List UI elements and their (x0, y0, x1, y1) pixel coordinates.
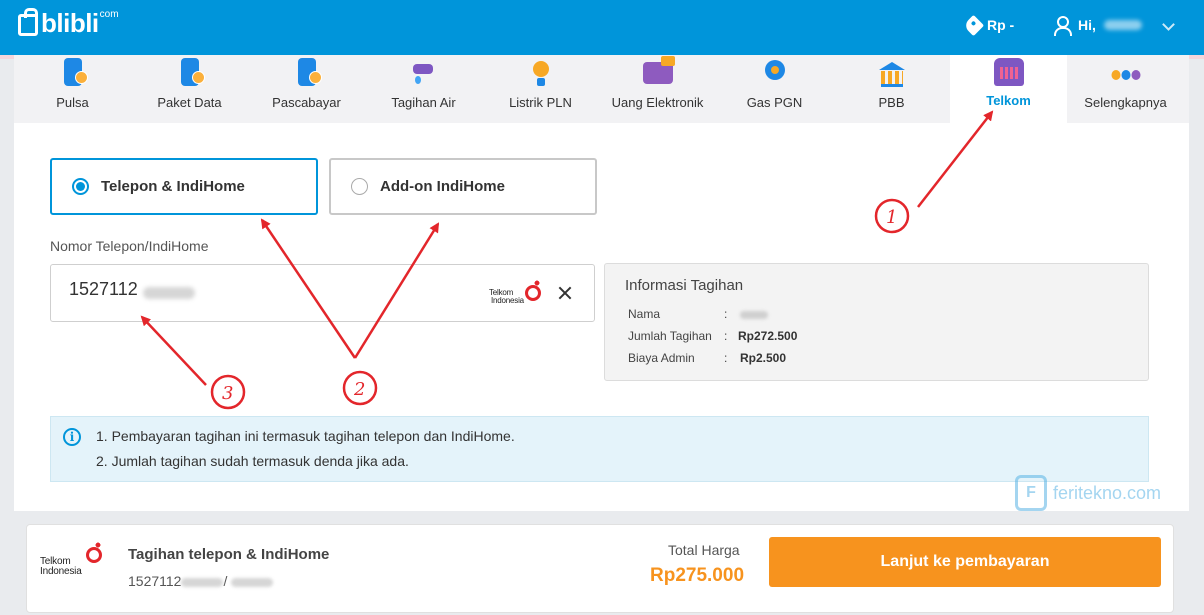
payment-form-panel: Telepon & IndiHome Add-on IndiHome Nomor… (14, 123, 1189, 511)
user-menu[interactable]: Hi, (1054, 16, 1142, 36)
category-tagihan-air[interactable]: Tagihan Air (365, 55, 482, 123)
order-title: Tagihan telepon & IndiHome (128, 546, 330, 563)
order-subtitle: 1527112 / (128, 573, 274, 589)
info-icon: i (63, 428, 81, 446)
category-label: Paket Data (157, 95, 222, 110)
category-label: Pascabayar (272, 95, 341, 110)
watermark-logo-icon: F (1015, 475, 1047, 511)
category-pbb[interactable]: PBB (833, 55, 950, 123)
user-icon (1054, 16, 1072, 36)
option-label: Telepon & IndiHome (101, 178, 245, 195)
currency-label: Rp - (987, 17, 1015, 33)
category-bar: Pulsa Paket Data Pascabayar Tagihan Air … (14, 55, 1189, 123)
chevron-down-icon[interactable] (1162, 18, 1175, 31)
category-gas-pgn[interactable]: Gas PGN (716, 55, 833, 123)
billing-info-box: Informasi Tagihan Nama: Jumlah Tagihan: R… (604, 263, 1149, 381)
option-telepon-indihome[interactable]: Telepon & IndiHome (50, 158, 318, 215)
billing-row-amount: Jumlah Tagihan: Rp272.500 (628, 329, 798, 343)
watermark: F feritekno.com (1015, 475, 1161, 511)
category-label: PBB (878, 95, 905, 110)
logo-line-2: Indonesia (40, 566, 82, 577)
category-label: Uang Elektronik (611, 95, 704, 110)
blurred-phone-digits (143, 287, 195, 299)
telkom-logo-mark-icon (84, 541, 106, 563)
notice-line-1: 1. Pembayaran tagihan ini termasuk tagih… (96, 428, 515, 444)
phone-postpaid-icon (297, 58, 322, 86)
category-uang-elektronik[interactable]: Uang Elektronik (599, 55, 716, 123)
option-label: Add-on IndiHome (380, 178, 505, 195)
price-tag-icon (962, 14, 985, 36)
phone-number-field[interactable]: Telkom Indonesia (50, 264, 595, 322)
telkom-indonesia-logo: Telkom Indonesia (489, 279, 541, 305)
category-label: Pulsa (56, 95, 89, 110)
telkom-logo-mark-icon (523, 279, 541, 301)
top-header: blibli com Rp - Hi, (0, 0, 1204, 55)
category-paket-data[interactable]: Paket Data (131, 55, 248, 123)
blurred-customer-name (740, 310, 768, 319)
phone-number-input[interactable] (69, 279, 141, 300)
shopping-bag-icon (18, 8, 38, 36)
checkout-footer: Telkom Indonesia Tagihan telepon & IndiH… (26, 524, 1174, 613)
blurred-username (1103, 20, 1142, 30)
phone-data-icon (180, 58, 205, 86)
total-price-label: Total Harga (668, 542, 740, 558)
billing-row-name: Nama: (628, 307, 768, 321)
option-addon-indihome[interactable]: Add-on IndiHome (329, 158, 597, 215)
category-listrik-pln[interactable]: Listrik PLN (482, 55, 599, 123)
category-selengkapnya[interactable]: Selengkapnya (1067, 55, 1184, 123)
logo-line-2: Indonesia (491, 296, 524, 305)
gas-icon (763, 58, 787, 88)
more-dots-icon (1111, 70, 1140, 80)
continue-to-payment-button[interactable]: Lanjut ke pembayaran (769, 537, 1161, 587)
category-label: Telkom (986, 93, 1031, 108)
billing-key: Nama (628, 307, 661, 321)
radio-selected-icon[interactable] (72, 178, 89, 195)
category-pulsa[interactable]: Pulsa (14, 55, 131, 123)
blurred-name (231, 577, 274, 587)
billing-row-admin-fee: Biaya Admin: Rp2.500 (628, 351, 787, 365)
order-number: 1527112 (128, 573, 182, 589)
category-label: Gas PGN (746, 95, 803, 110)
currency-selector[interactable]: Rp - (962, 14, 1015, 36)
telkom-indonesia-logo: Telkom Indonesia (40, 541, 102, 577)
blurred-number (181, 577, 224, 587)
category-telkom[interactable]: Telkom (950, 55, 1067, 123)
billing-key: Jumlah Tagihan (628, 329, 712, 343)
separator: / (223, 573, 228, 589)
blibli-logo[interactable]: blibli com (18, 8, 119, 38)
notice-line-2: 2. Jumlah tagihan sudah termasuk denda j… (96, 453, 409, 469)
bank-building-icon (878, 62, 905, 87)
brand-suffix: com (99, 9, 119, 20)
billing-value: Rp2.500 (740, 351, 787, 365)
billing-value: Rp272.500 (738, 329, 798, 343)
brand-name: blibli (41, 8, 99, 38)
water-tap-icon (411, 58, 437, 86)
radio-unselected-icon[interactable] (351, 178, 368, 195)
lightbulb-icon (531, 58, 551, 88)
wallet-icon (642, 56, 675, 84)
billing-info-title: Informasi Tagihan (625, 277, 744, 294)
info-notice: i 1. Pembayaran tagihan ini termasuk tag… (50, 416, 1149, 482)
phone-field-label: Nomor Telepon/IndiHome (50, 238, 209, 254)
phone-icon (63, 58, 88, 86)
category-label: Listrik PLN (509, 95, 572, 110)
total-price-value: Rp275.000 (650, 565, 745, 586)
watermark-text: feritekno.com (1053, 482, 1162, 503)
category-label: Tagihan Air (391, 95, 456, 110)
telkom-icon (993, 58, 1024, 86)
greeting-label: Hi, (1078, 17, 1096, 33)
billing-key: Biaya Admin (628, 351, 695, 365)
category-pascabayar[interactable]: Pascabayar (248, 55, 365, 123)
clear-input-icon[interactable] (555, 283, 575, 303)
category-label: Selengkapnya (1084, 95, 1167, 110)
